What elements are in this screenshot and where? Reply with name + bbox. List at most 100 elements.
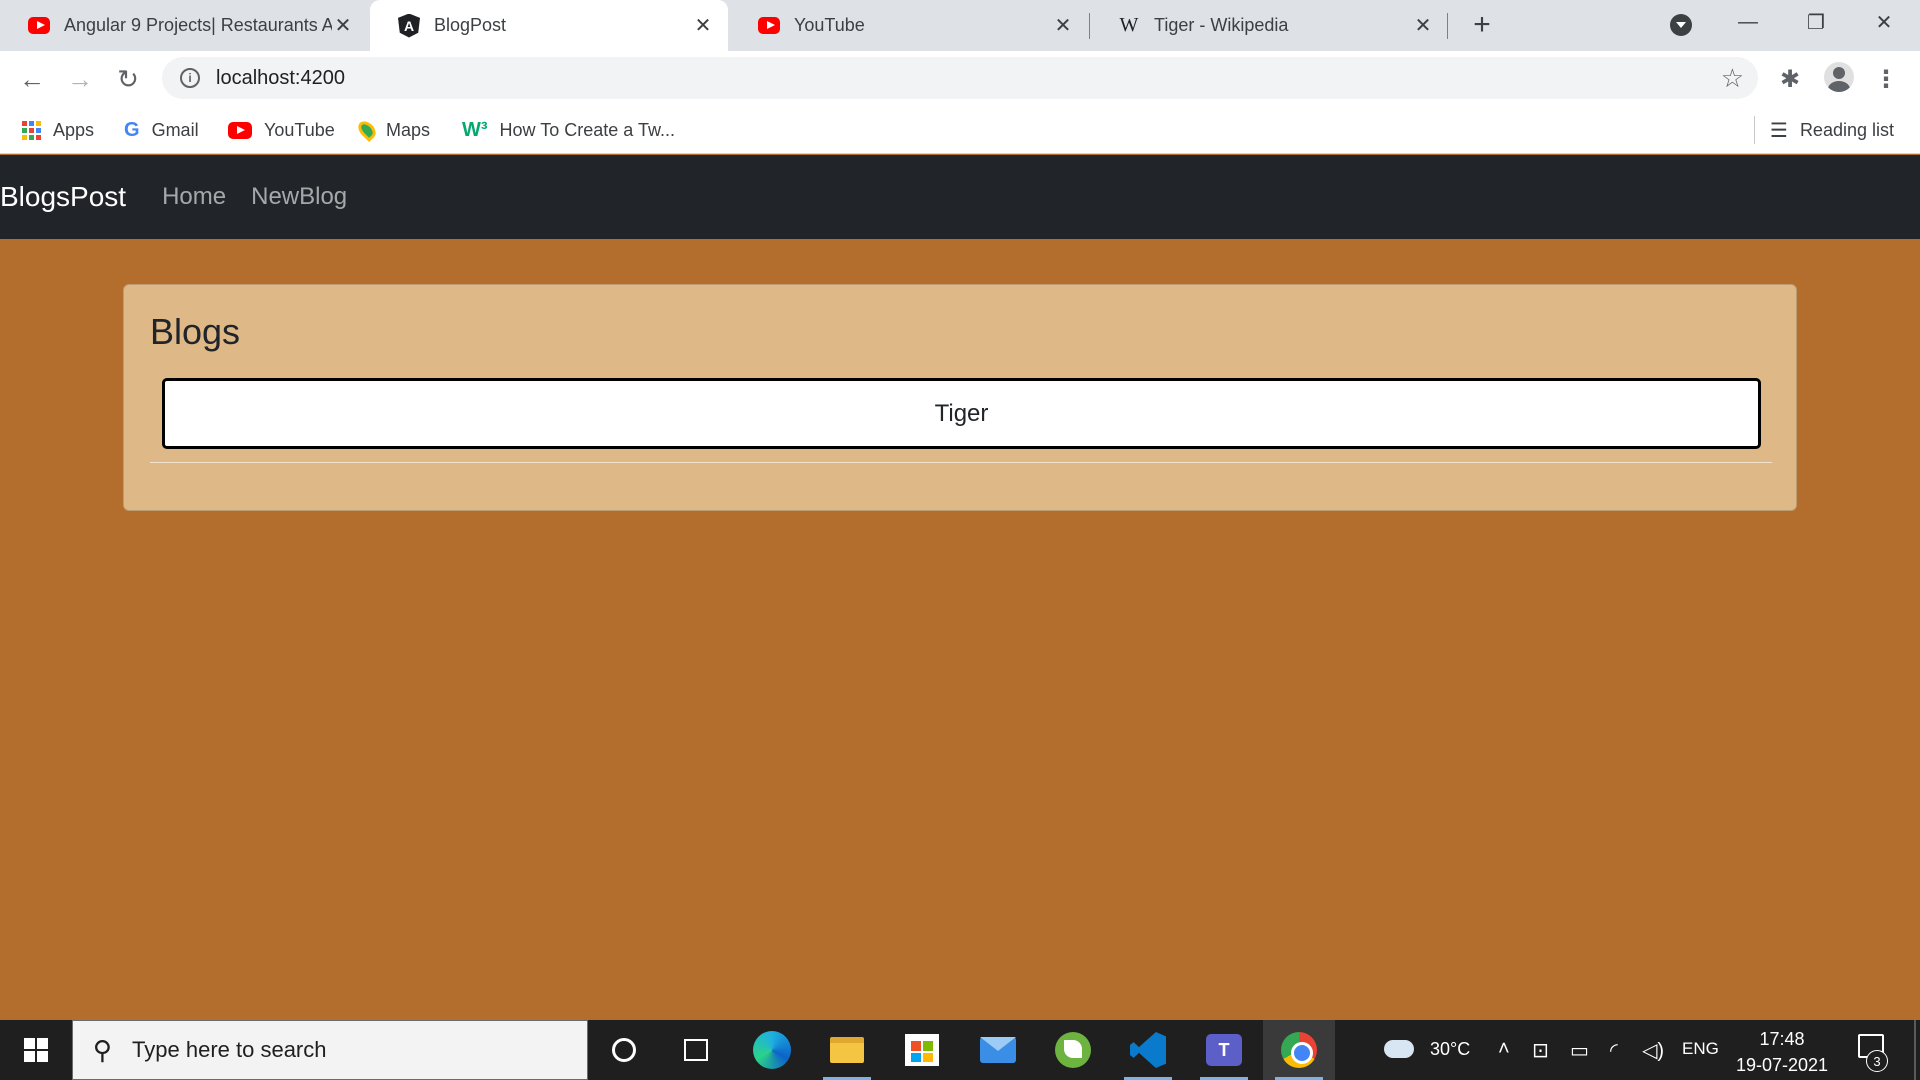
tab-youtube[interactable]: YouTube ✕ <box>730 0 1088 51</box>
file-explorer-app[interactable] <box>811 1020 883 1080</box>
profile-avatar-icon[interactable] <box>1824 62 1854 92</box>
back-arrow-icon[interactable]: ← <box>14 61 50 97</box>
task-view-icon <box>684 1039 708 1061</box>
teams-icon: T <box>1206 1034 1242 1066</box>
new-tab-button[interactable]: + <box>1466 8 1498 41</box>
browser-tab-strip: Angular 9 Projects| Restaurants A ✕ A Bl… <box>0 0 1920 51</box>
bookmark-label: Apps <box>53 119 95 140</box>
reading-list-label: Reading list <box>1799 119 1894 140</box>
bookmark-label: Gmail <box>151 119 199 140</box>
cortana-icon <box>612 1038 636 1062</box>
notification-count-badge: 3 <box>1866 1050 1888 1072</box>
blog-list-item[interactable]: Tiger <box>162 378 1761 449</box>
microsoft-store-app[interactable] <box>886 1020 958 1080</box>
edge-app[interactable] <box>736 1020 808 1080</box>
site-info-icon[interactable]: i <box>180 68 200 88</box>
url-text[interactable]: localhost:4200 <box>216 67 345 90</box>
bookmark-gmail[interactable]: G Gmail <box>124 116 199 144</box>
bookmark-apps[interactable]: Apps <box>22 116 94 144</box>
tab-search-icon[interactable] <box>1670 14 1692 36</box>
reload-icon[interactable]: ↻ <box>110 61 146 97</box>
clock-date: 19-07-2021 <box>1735 1055 1829 1075</box>
folder-icon <box>830 1037 864 1063</box>
nav-link-home[interactable]: Home <box>162 183 226 211</box>
bookmarks-bar: Apps G Gmail YouTube Maps W³ How To Crea… <box>0 106 1920 154</box>
google-icon: G <box>124 118 140 141</box>
search-placeholder: Type here to search <box>132 1037 327 1062</box>
edge-icon <box>753 1031 791 1069</box>
tab-tiger-wikipedia[interactable]: W Tiger - Wikipedia ✕ <box>1090 0 1448 51</box>
chrome-icon <box>1281 1032 1317 1068</box>
page-title: Blogs <box>150 311 241 352</box>
youtube-icon <box>28 15 50 37</box>
spring-tool-suite-app[interactable] <box>1037 1020 1109 1080</box>
tab-blogpost[interactable]: A BlogPost ✕ <box>370 0 728 51</box>
divider <box>150 462 1772 463</box>
battery-icon[interactable]: ▭ <box>1570 1038 1589 1063</box>
vscode-icon <box>1130 1032 1166 1068</box>
app-navbar: BlogsPost Home NewBlog <box>0 155 1920 239</box>
close-tab-icon[interactable]: ✕ <box>1412 15 1434 37</box>
w3schools-icon: W³ <box>462 118 488 141</box>
vscode-app[interactable] <box>1112 1020 1184 1080</box>
angular-icon: A <box>398 13 420 38</box>
youtube-icon <box>228 121 252 139</box>
volume-icon[interactable]: ◁) <box>1642 1038 1664 1063</box>
menu-kebab-icon[interactable]: ⋮ <box>1870 63 1902 95</box>
clock-time: 17:48 <box>1759 1029 1805 1049</box>
store-icon <box>905 1034 939 1066</box>
onedrive-sync-icon[interactable]: ⊡ <box>1532 1038 1549 1063</box>
brand-link[interactable]: BlogsPost <box>0 181 126 213</box>
restore-button[interactable]: ❐ <box>1788 0 1844 44</box>
bookmark-maps[interactable]: Maps <box>354 116 431 144</box>
wifi-icon[interactable]: ◜ <box>1610 1038 1618 1063</box>
reading-list-icon: ☰ <box>1770 119 1788 142</box>
taskbar-search-box[interactable]: ⚲ Type here to search <box>72 1020 588 1080</box>
close-tab-icon[interactable]: ✕ <box>332 15 354 37</box>
close-tab-icon[interactable]: ✕ <box>692 15 714 37</box>
bookmark-how-to-create[interactable]: W³ How To Create a Tw... <box>462 116 675 144</box>
maps-pin-icon <box>354 117 380 143</box>
bookmark-label: YouTube <box>264 119 335 140</box>
mail-app[interactable] <box>962 1020 1034 1080</box>
search-icon: ⚲ <box>93 1034 113 1065</box>
nav-link-newblog[interactable]: NewBlog <box>251 183 347 211</box>
wikipedia-icon: W <box>1119 14 1139 36</box>
tab-title: Tiger - Wikipedia <box>1154 15 1289 35</box>
chrome-app[interactable] <box>1263 1020 1335 1080</box>
weather-temperature[interactable]: 30°C <box>1430 1039 1470 1060</box>
spring-icon <box>1055 1032 1091 1068</box>
windows-logo-icon <box>24 1038 48 1062</box>
reading-list-button[interactable]: ☰ Reading list <box>1770 116 1894 144</box>
mail-icon <box>980 1037 1016 1063</box>
forward-arrow-icon[interactable]: → <box>62 61 98 97</box>
bookmark-label: Maps <box>386 119 431 140</box>
bookmark-star-icon[interactable]: ☆ <box>1721 63 1744 94</box>
blogs-card: Blogs Tiger <box>123 284 1797 511</box>
weather-cloud-icon[interactable] <box>1384 1040 1414 1058</box>
bookmark-youtube[interactable]: YouTube <box>228 116 335 144</box>
tab-title: BlogPost <box>434 15 507 35</box>
windows-taskbar: ⚲ Type here to search T 30°C ˄ ⊡ ▭ ◜ ◁) … <box>0 1020 1920 1080</box>
clock[interactable]: 17:48 19-07-2021 <box>1730 1026 1834 1078</box>
close-tab-icon[interactable]: ✕ <box>1052 15 1074 37</box>
bookmark-label: How To Create a Tw... <box>499 119 675 140</box>
bookmark-separator <box>1754 116 1755 144</box>
start-button[interactable] <box>0 1020 72 1080</box>
tab-separator <box>1447 13 1448 39</box>
tab-title: Angular 9 Projects| Restaurants A <box>64 15 332 35</box>
task-view-button[interactable] <box>660 1020 732 1080</box>
apps-grid-icon <box>22 120 41 140</box>
show-desktop-button[interactable] <box>1914 1020 1916 1080</box>
teams-app[interactable]: T <box>1188 1020 1260 1080</box>
language-indicator[interactable]: ENG <box>1682 1039 1719 1059</box>
extensions-icon[interactable]: ✱ <box>1774 63 1806 95</box>
cortana-button[interactable] <box>588 1020 660 1080</box>
close-window-button[interactable]: ✕ <box>1856 0 1912 44</box>
tab-title: YouTube <box>794 15 865 35</box>
youtube-icon <box>758 15 780 37</box>
chevron-up-icon[interactable]: ˄ <box>1498 1038 1510 1061</box>
tab-angular-projects[interactable]: Angular 9 Projects| Restaurants A ✕ <box>0 0 368 51</box>
minimize-button[interactable]: — <box>1720 0 1776 44</box>
address-bar[interactable]: i localhost:4200 ☆ <box>162 57 1758 99</box>
